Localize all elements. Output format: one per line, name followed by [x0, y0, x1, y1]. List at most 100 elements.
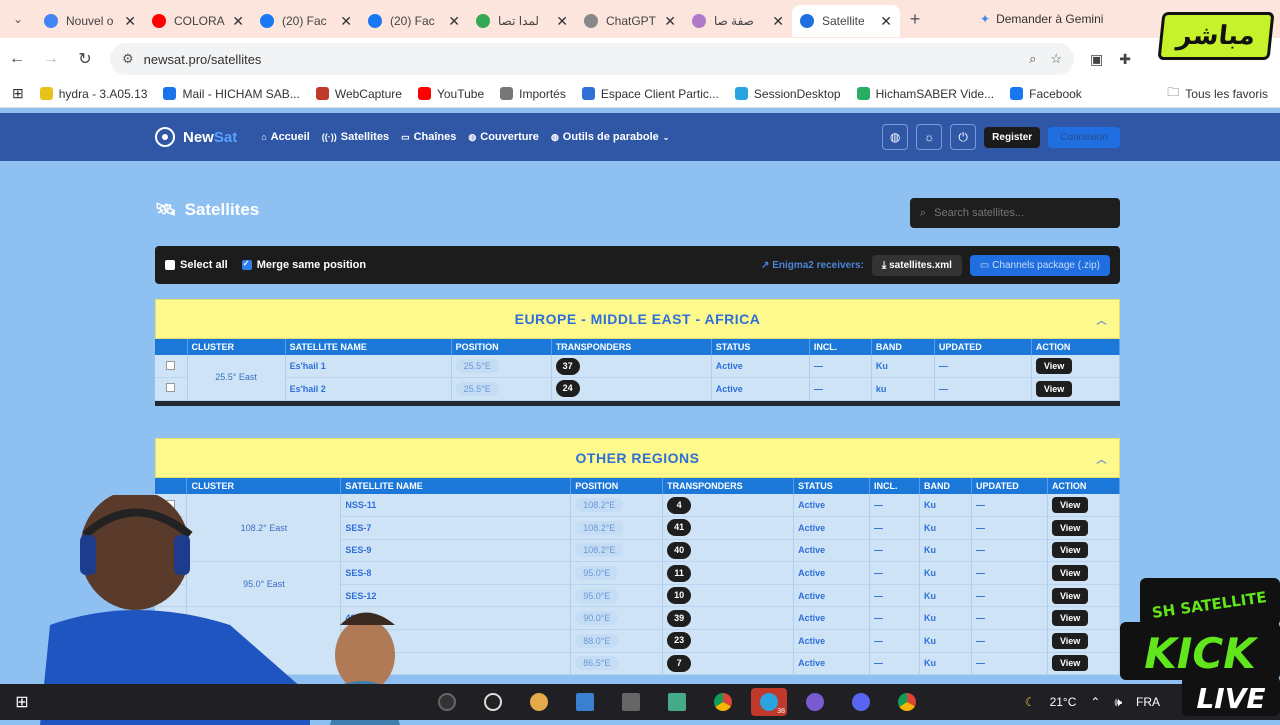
tab-close-icon[interactable]: ✕ [232, 13, 244, 30]
tab-close-icon[interactable]: ✕ [340, 13, 352, 30]
nav-item[interactable]: ((·)) Satellites [322, 131, 389, 143]
region-header[interactable]: OTHER REGIONS ︿ [155, 438, 1120, 478]
extensions-puzzle-icon[interactable]: ✚ [1119, 51, 1131, 68]
address-bar[interactable]: ⚙ newsat.pro/satellites ⌕ ☆ [110, 43, 1074, 75]
tab-title: Satellite [822, 14, 865, 28]
browser-tab[interactable]: ChatGPT ✕ [576, 5, 684, 37]
tab-close-icon[interactable]: ✕ [124, 13, 136, 30]
language-globe-icon[interactable]: ◍ [882, 124, 909, 150]
view-button[interactable]: View [1051, 497, 1089, 514]
view-button[interactable]: View [1051, 542, 1089, 559]
site-logo[interactable]: New Sat [155, 127, 237, 147]
satellite-name-link[interactable]: Es'hail 1 [285, 355, 452, 379]
incl-cell: — [809, 355, 872, 379]
screenshot-extension-icon[interactable]: ▣ [1090, 51, 1103, 68]
bookmark-item[interactable]: Facebook [1010, 87, 1082, 101]
browser-tab[interactable]: صفة صا ✕ [684, 5, 792, 37]
tab-close-icon[interactable]: ✕ [556, 13, 568, 30]
view-button[interactable]: View [1051, 655, 1089, 672]
search-box[interactable]: ⌕ [910, 198, 1120, 228]
browser-tab[interactable]: لمدا تصا ✕ [468, 5, 576, 37]
position-cell: 25.5°E [451, 355, 552, 379]
clock-app-icon[interactable] [475, 688, 511, 716]
action-cell: View [1047, 494, 1121, 518]
nav-item[interactable]: ▭ Chaînes [401, 131, 456, 143]
bookmark-item[interactable]: Mail - HICHAM SAB... [163, 87, 300, 101]
tab-close-icon[interactable]: ✕ [448, 13, 460, 30]
nav-item[interactable]: ◍ Couverture [468, 131, 539, 143]
calculator-app-icon[interactable] [613, 688, 649, 716]
view-button[interactable]: View [1035, 380, 1073, 397]
register-button[interactable]: Register [984, 126, 1041, 148]
view-button[interactable]: View [1051, 519, 1089, 536]
view-button[interactable]: View [1035, 358, 1073, 375]
paint-app-icon[interactable] [521, 688, 557, 716]
row-checkbox[interactable] [155, 355, 188, 379]
browser-tabbar: ⌄ Nouvel o ✕ COLORA ✕ (20) Fac ✕ (20) Fa… [0, 0, 1280, 38]
satellites-xml-button[interactable]: ⤓ satellites.xml [871, 254, 962, 276]
nav-item[interactable]: ⌂ Accueil [261, 131, 310, 143]
column-header: INCL. [809, 339, 872, 355]
all-bookmarks-folder[interactable]: 🗀 Tous les favoris [1167, 83, 1268, 104]
satellite-name-link[interactable]: Es'hail 2 [285, 377, 452, 401]
gemini-button[interactable]: ✦ Demander à Gemini [980, 12, 1103, 26]
transponders-cell: 11 [662, 561, 795, 585]
files-app-icon[interactable] [659, 688, 695, 716]
telegram-taskbar-icon[interactable]: 38 [751, 688, 787, 716]
satellite-app-icon[interactable] [797, 688, 833, 716]
view-button[interactable]: View [1051, 632, 1089, 649]
bookmark-item[interactable]: SessionDesktop [734, 87, 841, 101]
bookmark-item[interactable]: WebCapture [315, 87, 402, 101]
position-cell: 86.5°E [570, 652, 664, 676]
chrome-second-icon[interactable] [889, 688, 925, 716]
bookmark-item[interactable]: YouTube [417, 87, 484, 101]
zoom-icon[interactable]: ⌕ [1029, 51, 1036, 67]
bookmark-item[interactable]: Espace Client Partic... [581, 87, 719, 101]
view-button[interactable]: View [1051, 610, 1089, 627]
forward-arrow-icon[interactable]: → [34, 50, 68, 68]
windows-start-icon[interactable]: ⊞ [0, 692, 44, 712]
tab-close-icon[interactable]: ✕ [772, 13, 784, 30]
monitor-app-icon[interactable] [567, 688, 603, 716]
channels-zip-button[interactable]: ▭ Channels package (.zip) [969, 254, 1110, 276]
theme-sun-icon[interactable]: ☼ [916, 124, 943, 150]
site-settings-icon[interactable]: ⚙ [122, 51, 134, 67]
row-checkbox[interactable] [155, 377, 188, 401]
transponder-count-badge: 41 [667, 519, 692, 537]
merge-position-checkbox[interactable]: Merge same position [241, 259, 366, 271]
camera-app-icon[interactable] [429, 688, 465, 716]
tab-close-icon[interactable]: ✕ [880, 13, 892, 30]
tab-list-chevron-icon[interactable]: ⌄ [0, 12, 36, 26]
back-arrow-icon[interactable]: ← [0, 50, 34, 68]
discord-app-icon[interactable] [843, 688, 879, 716]
browser-tab[interactable]: Satellite ✕ [792, 5, 900, 37]
position-pill: 86.5°E [575, 656, 619, 671]
browser-tab[interactable]: (20) Fac ✕ [360, 5, 468, 37]
nav-item[interactable]: ◍ Outils de parabole ⌄ [551, 131, 670, 143]
bookmark-item[interactable]: hydra - 3.A05.13 [39, 87, 147, 101]
login-button[interactable]: Connexion [1048, 126, 1120, 148]
region-header[interactable]: EUROPE - MIDDLE EAST - AFRICA ︿ [155, 299, 1120, 339]
bookmark-item[interactable]: Importés [500, 87, 566, 101]
logo-icon [155, 127, 175, 147]
view-button[interactable]: View [1051, 587, 1089, 604]
apps-grid-icon[interactable]: ⊞ [12, 85, 24, 102]
tray-chevron-icon[interactable]: ⌃ [1090, 695, 1100, 709]
bookmark-item[interactable]: HichamSABER Vide... [856, 87, 994, 101]
select-all-checkbox[interactable]: Select all [165, 259, 228, 271]
chevron-up-icon[interactable]: ︿ [1097, 312, 1108, 327]
new-tab-button[interactable]: + [900, 9, 930, 30]
power-icon[interactable]: ⏻ [950, 124, 977, 150]
reload-icon[interactable]: ↻ [68, 49, 102, 69]
transponders-cell: 24 [551, 377, 712, 401]
browser-tab[interactable]: Nouvel o ✕ [36, 5, 144, 37]
chrome-taskbar-icon[interactable] [705, 688, 741, 716]
view-button[interactable]: View [1051, 565, 1089, 582]
bookmark-star-icon[interactable]: ☆ [1050, 51, 1062, 67]
chevron-up-icon[interactable]: ︿ [1097, 451, 1108, 466]
weather-temp[interactable]: 21°C [1050, 695, 1077, 709]
search-input[interactable] [934, 207, 1095, 219]
browser-tab[interactable]: (20) Fac ✕ [252, 5, 360, 37]
browser-tab[interactable]: COLORA ✕ [144, 5, 252, 37]
tab-close-icon[interactable]: ✕ [664, 13, 676, 30]
